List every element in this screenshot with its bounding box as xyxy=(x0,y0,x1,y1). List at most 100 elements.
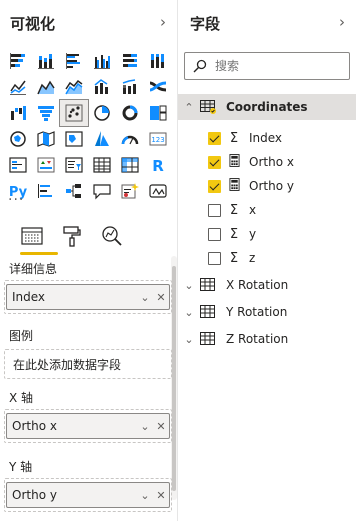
pie-chart-icon[interactable] xyxy=(88,100,116,126)
field-name: Index xyxy=(249,131,283,145)
field-row-z[interactable]: Σ z xyxy=(208,246,354,270)
donut-chart-icon[interactable] xyxy=(116,100,144,126)
format-paint-roller-icon[interactable] xyxy=(58,222,86,250)
table-icon xyxy=(200,332,218,346)
collapse-fields-chevron-icon[interactable]: › xyxy=(334,12,350,32)
stacked-area-chart-icon[interactable] xyxy=(60,74,88,100)
field-checkbox[interactable] xyxy=(208,227,221,241)
table-row-coordinates[interactable]: ⌃ Coordinates xyxy=(178,94,356,120)
gauge-icon[interactable] xyxy=(116,126,144,152)
azure-map-icon[interactable] xyxy=(88,126,116,152)
field-name: z xyxy=(249,251,256,265)
details-field-pill[interactable]: Index ⌄ ✕ xyxy=(6,284,170,310)
details-well-label: 详细信息 xyxy=(9,262,58,276)
sigma-icon: Σ xyxy=(229,226,239,242)
y-axis-well-label: Y 轴 xyxy=(9,460,33,474)
field-checkbox[interactable] xyxy=(208,203,221,217)
field-row-ortho-y[interactable]: Ortho y xyxy=(208,174,354,198)
kpi-icon[interactable] xyxy=(32,152,60,178)
map-icon[interactable] xyxy=(4,126,32,152)
remove-field-close-icon[interactable]: ✕ xyxy=(153,286,169,308)
line-stacked-column-chart-icon[interactable] xyxy=(116,74,144,100)
shape-map-icon[interactable] xyxy=(60,126,88,152)
sigma-icon: Σ xyxy=(229,202,239,218)
paginated-report-icon[interactable] xyxy=(144,178,172,204)
viz-config-tabs xyxy=(10,218,170,258)
field-checkbox[interactable] xyxy=(208,251,221,265)
clustered-column-chart-icon[interactable] xyxy=(88,48,116,74)
field-row-x[interactable]: Σ x xyxy=(208,198,354,222)
table-icon xyxy=(200,305,218,319)
scrollbar-thumb[interactable] xyxy=(172,266,176,491)
search-input[interactable] xyxy=(215,59,335,73)
more-visuals-ellipsis[interactable]: ··· xyxy=(8,192,24,208)
field-row-ortho-x[interactable]: Ortho x xyxy=(208,150,354,174)
table-name: Coordinates xyxy=(226,100,308,114)
y-axis-field-value: Ortho y xyxy=(12,488,57,502)
decomposition-tree-icon[interactable] xyxy=(60,178,88,204)
table-icon[interactable] xyxy=(88,152,116,178)
table-row-x-rotation[interactable]: ⌄ X Rotation xyxy=(178,272,356,298)
chevron-down-icon[interactable]: ⌄ xyxy=(137,484,153,506)
matrix-icon[interactable] xyxy=(116,152,144,178)
visualizations-pane: 可视化 › 123 R Py ··· 详细信息 Index ⌄ ✕ 图例 在此处… xyxy=(0,0,178,521)
analytics-magnifier-icon[interactable] xyxy=(98,222,126,250)
clustered-bar-chart-icon[interactable] xyxy=(60,48,88,74)
field-row-y[interactable]: Σ y xyxy=(208,222,354,246)
field-name: Ortho x xyxy=(249,155,294,169)
smart-narrative-icon[interactable] xyxy=(116,178,144,204)
funnel-chart-icon[interactable] xyxy=(32,100,60,126)
100-stacked-bar-chart-icon[interactable] xyxy=(116,48,144,74)
multi-row-card-icon[interactable] xyxy=(4,152,32,178)
sigma-icon: Σ xyxy=(229,250,239,266)
calculated-column-icon xyxy=(227,177,241,195)
field-checkbox[interactable] xyxy=(208,179,221,193)
x-axis-field-value: Ortho x xyxy=(12,419,57,433)
x-axis-field-pill[interactable]: Ortho x ⌄ ✕ xyxy=(6,413,170,439)
r-visual-icon[interactable]: R xyxy=(144,152,172,178)
table-row-z-rotation[interactable]: ⌄ Z Rotation xyxy=(178,326,356,352)
stacked-column-chart-icon[interactable] xyxy=(32,48,60,74)
svg-text:R: R xyxy=(152,157,164,175)
remove-field-close-icon[interactable]: ✕ xyxy=(153,484,169,506)
area-chart-icon[interactable] xyxy=(32,74,60,100)
table-name: Z Rotation xyxy=(226,332,289,346)
card-icon[interactable]: 123 xyxy=(144,126,172,152)
legend-well-dropzone[interactable]: 在此处添加数据字段 xyxy=(4,349,172,379)
table-icon xyxy=(200,100,218,114)
collapse-visualizations-chevron-icon[interactable]: › xyxy=(155,12,171,32)
remove-field-close-icon[interactable]: ✕ xyxy=(153,415,169,437)
line-chart-icon[interactable] xyxy=(4,74,32,100)
legend-well-label: 图例 xyxy=(9,329,34,343)
table-row-y-rotation[interactable]: ⌄ Y Rotation xyxy=(178,299,356,325)
qa-icon[interactable] xyxy=(88,178,116,204)
table-name: X Rotation xyxy=(226,278,289,292)
stacked-bar-chart-icon[interactable] xyxy=(4,48,32,74)
calculated-column-icon xyxy=(227,153,241,171)
chevron-up-icon[interactable]: ⌃ xyxy=(178,101,200,114)
ribbon-chart-icon[interactable] xyxy=(144,74,172,100)
scatter-chart-icon[interactable] xyxy=(59,99,89,127)
active-tab-indicator xyxy=(20,252,58,255)
field-checkbox[interactable] xyxy=(208,155,221,169)
treemap-icon[interactable] xyxy=(144,100,172,126)
chevron-down-icon[interactable]: ⌄ xyxy=(178,279,200,292)
y-axis-field-pill[interactable]: Ortho y ⌄ ✕ xyxy=(6,482,170,508)
chevron-down-icon[interactable]: ⌄ xyxy=(137,415,153,437)
100-stacked-column-chart-icon[interactable] xyxy=(144,48,172,74)
chevron-down-icon[interactable]: ⌄ xyxy=(178,306,200,319)
line-clustered-column-chart-icon[interactable] xyxy=(88,74,116,100)
chevron-down-icon[interactable]: ⌄ xyxy=(178,333,200,346)
slicer-icon[interactable] xyxy=(60,152,88,178)
fields-search-box[interactable] xyxy=(184,52,350,80)
key-influencers-icon[interactable] xyxy=(32,178,60,204)
fields-pane: 字段 › ⌃ Coordinates Σ Index Ortho x Ortho… xyxy=(178,0,356,521)
field-checkbox[interactable] xyxy=(208,131,221,145)
filled-map-icon[interactable] xyxy=(32,126,60,152)
svg-text:123: 123 xyxy=(151,136,164,144)
chevron-down-icon[interactable]: ⌄ xyxy=(137,286,153,308)
field-row-index[interactable]: Σ Index xyxy=(208,126,354,150)
waterfall-chart-icon[interactable] xyxy=(4,100,32,126)
search-icon xyxy=(193,59,207,73)
fields-tab-icon[interactable] xyxy=(18,222,46,250)
